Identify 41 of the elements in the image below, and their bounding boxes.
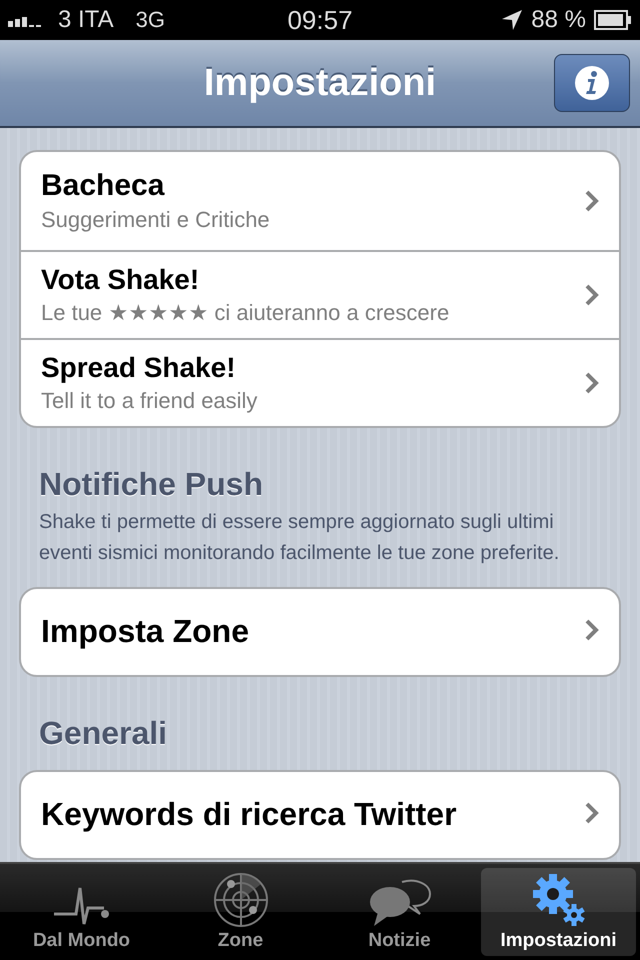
row-subtitle: Tell it to a friend easily [41,388,258,414]
section-header: Notifiche Push [39,466,264,503]
chevron-icon [585,802,599,824]
tab-item[interactable]: Notizie [322,868,477,956]
info-icon [574,65,610,101]
network-type: 3G [136,7,165,33]
battery-icon [594,10,632,30]
row-title: Vota Shake! [41,264,200,296]
row-title: Spread Shake! [41,352,237,384]
chevron-icon [585,372,599,394]
chevron-icon [585,190,599,212]
carrier-name: 3 ITA [58,6,114,34]
row-title: Keywords di ricerca Twitter [41,796,458,833]
section-header: Generali [39,715,168,752]
tab-label: Dal Mondo [32,930,130,952]
row-subtitle: Suggerimenti e Critiche [41,207,271,233]
settings-row[interactable]: Vota Shake! Le tue ★★★★★ ci aiuteranno a crescere [21,250,619,338]
row-title: Imposta Zone [41,613,250,650]
section-description: Shake ti permette di essere sempre aggiornato sugli ultimi eventi sismici monitorando facilmente le tue zone preferite. [39,510,560,566]
tab-item[interactable]: Zone [163,868,318,956]
chevron-icon [585,284,599,306]
chevron-icon [585,619,599,641]
settings-row[interactable]: Bacheca Suggerimenti e Critiche [21,152,619,250]
tab-label: Zone [218,930,264,952]
tab-label: Impostazioni [500,930,617,952]
settings-row[interactable]: Keywords di ricerca Twitter [21,772,619,858]
clock-time: 09:57 [287,4,353,36]
battery-percent: 88 % [531,6,586,34]
tab-item[interactable]: Dal Mondo [4,868,159,956]
row-subtitle: Le tue ★★★★★ ci aiuteranno a crescere [41,300,450,326]
row-title: Bacheca [41,169,166,203]
radar-icon [212,872,268,928]
info-button[interactable] [554,54,630,112]
tab-label: Notizie [368,930,431,952]
screen-title: Impostazioni [204,62,436,104]
settings-row[interactable]: Imposta Zone [21,589,619,675]
settings-row[interactable]: Spread Shake! Tell it to a friend easily [21,338,619,426]
gears-icon [530,872,586,928]
tab-item[interactable]: Impostazioni [481,868,636,956]
speech-bubbles-icon [368,878,432,928]
location-arrow-icon [501,9,524,31]
